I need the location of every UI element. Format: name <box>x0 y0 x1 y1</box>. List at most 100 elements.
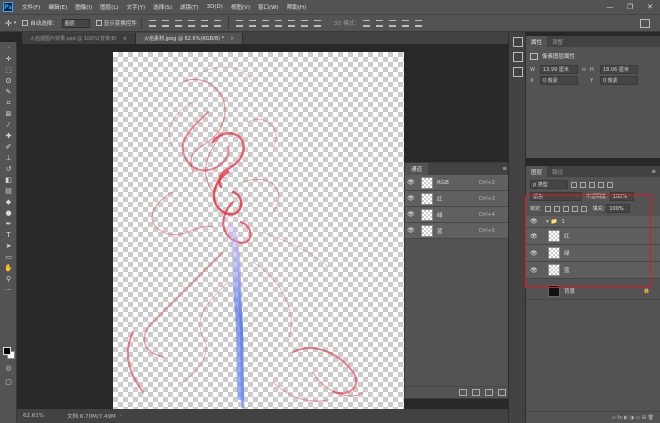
move-tool-icon[interactable]: ✛ <box>2 54 15 64</box>
panel-menu-icon[interactable]: ≡ <box>651 169 656 175</box>
visibility-eye-icon[interactable]: 👁 <box>407 227 417 234</box>
frame-tool-icon[interactable]: ⊠ <box>2 109 15 119</box>
show-transform-checkbox[interactable] <box>95 20 102 26</box>
marquee-tool-icon[interactable]: ⬚ <box>2 65 15 75</box>
panel-menu-icon[interactable]: ≡ <box>502 166 507 172</box>
restore-icon[interactable]: ❐ <box>620 0 640 14</box>
distribute-top-icon[interactable] <box>235 19 243 27</box>
workspace-icon[interactable] <box>640 19 650 28</box>
screen-mode-icon[interactable]: ▢ <box>2 377 15 387</box>
info-panel-icon[interactable] <box>513 52 523 62</box>
type-filter-icon[interactable] <box>589 181 595 188</box>
align-left-icon[interactable] <box>187 19 195 27</box>
link-icon[interactable]: ⊖ <box>578 67 590 73</box>
dodge-tool-icon[interactable]: ● <box>2 208 15 218</box>
align-right-icon[interactable] <box>213 19 221 27</box>
quick-mask-icon[interactable]: ◎ <box>2 363 15 373</box>
menu-layer[interactable]: 图层(L) <box>96 3 122 11</box>
channel-row-red[interactable]: 👁 红 Ctrl+3 <box>405 191 511 207</box>
menu-window[interactable]: 窗口(W) <box>254 3 283 11</box>
crop-tool-icon[interactable]: ⌗ <box>2 98 15 108</box>
tab-close-icon[interactable]: × <box>230 36 234 42</box>
adjustment-filter-icon[interactable] <box>580 181 586 188</box>
eyedropper-tool-icon[interactable]: ⁄ <box>2 120 15 130</box>
3d-scale-icon[interactable] <box>414 19 422 27</box>
distribute-hcenter-icon[interactable] <box>287 19 295 27</box>
close-icon[interactable]: ✕ <box>640 0 660 14</box>
path-select-tool-icon[interactable]: ➤ <box>2 241 15 251</box>
save-selection-icon[interactable] <box>472 389 480 396</box>
align-top-icon[interactable] <box>148 19 156 27</box>
quick-select-tool-icon[interactable]: ✎ <box>2 87 15 97</box>
align-bottom-icon[interactable] <box>174 19 182 27</box>
pixel-filter-icon[interactable] <box>571 181 577 188</box>
more-tools-icon[interactable]: ··· <box>2 285 15 295</box>
brush-settings-icon[interactable] <box>513 67 523 77</box>
visibility-eye-icon[interactable]: 👁 <box>407 179 417 186</box>
menu-file[interactable]: 文件(F) <box>18 3 44 11</box>
brush-tool-icon[interactable]: ✐ <box>2 142 15 152</box>
type-tool-icon[interactable]: T <box>2 230 15 240</box>
auto-select-checkbox[interactable] <box>22 20 29 26</box>
x-field[interactable]: 0 像素 <box>540 76 578 85</box>
zoom-tool-icon[interactable]: ⚲ <box>2 274 15 284</box>
distribute-left-icon[interactable] <box>274 19 282 27</box>
menu-image[interactable]: 图像(I) <box>71 3 96 11</box>
align-vcenter-icon[interactable] <box>161 19 169 27</box>
menu-help[interactable]: 帮助(H) <box>283 3 310 11</box>
gradient-tool-icon[interactable]: ▤ <box>2 186 15 196</box>
tool-preset-chevron-icon[interactable]: ▾ <box>14 20 17 26</box>
move-tool-icon[interactable]: ✛ <box>5 19 12 28</box>
align-hcenter-icon[interactable] <box>200 19 208 27</box>
3d-rotate-icon[interactable] <box>362 19 370 27</box>
history-panel-icon[interactable] <box>513 37 523 47</box>
delete-channel-icon[interactable] <box>498 389 506 396</box>
zoom-level[interactable]: 62.61% <box>23 413 53 419</box>
auto-select-dropdown[interactable]: 图层 <box>61 18 90 28</box>
foreground-color-swatch[interactable] <box>3 347 11 355</box>
document-canvas[interactable] <box>113 52 404 409</box>
distribute-bottom-icon[interactable] <box>261 19 269 27</box>
clone-stamp-tool-icon[interactable]: ⊥ <box>2 153 15 163</box>
3d-pan-icon[interactable] <box>388 19 396 27</box>
menu-edit[interactable]: 编辑(E) <box>44 3 71 11</box>
minimize-icon[interactable]: — <box>600 0 620 14</box>
tab-layers[interactable]: 图层 <box>526 166 548 177</box>
rectangle-tool-icon[interactable]: ▭ <box>2 252 15 262</box>
channel-row-blue[interactable]: 👁 蓝 Ctrl+5 <box>405 223 511 239</box>
3d-slide-icon[interactable] <box>401 19 409 27</box>
status-arrow-icon[interactable]: › <box>120 413 122 419</box>
visibility-eye-icon[interactable]: 👁 <box>407 195 417 202</box>
y-field[interactable]: 0 像素 <box>600 76 638 85</box>
tab-document-1[interactable]: 火焰烟图片效果.psd @ 100%(背景/8) × <box>22 33 136 44</box>
menu-type[interactable]: 文字(Y) <box>123 3 150 11</box>
new-channel-icon[interactable] <box>485 389 493 396</box>
load-selection-icon[interactable] <box>459 389 467 396</box>
menu-3d[interactable]: 3D(D) <box>203 4 227 10</box>
blur-tool-icon[interactable]: ◆ <box>2 197 15 207</box>
menu-filter[interactable]: 滤镜(T) <box>176 3 203 11</box>
layers-footer-icons[interactable]: ∞ fx ◐ ◑ ▭ ⊞ 🗑 <box>612 415 654 421</box>
healing-brush-tool-icon[interactable]: ✚ <box>2 131 15 141</box>
tab-document-2[interactable]: 火焰素材.jpeg @ 62.6%(RGB/8) * × <box>136 33 244 44</box>
channel-row-green[interactable]: 👁 绿 Ctrl+4 <box>405 207 511 223</box>
height-field[interactable]: 18.06 厘米 <box>600 65 638 74</box>
pen-tool-icon[interactable]: ✒ <box>2 219 15 229</box>
width-field[interactable]: 13.99 厘米 <box>540 65 578 74</box>
menu-select[interactable]: 选择(S) <box>149 3 176 11</box>
eraser-tool-icon[interactable]: ◧ <box>2 175 15 185</box>
3d-roll-icon[interactable] <box>375 19 383 27</box>
history-brush-tool-icon[interactable]: ↺ <box>2 164 15 174</box>
tab-channels[interactable]: 通道 <box>405 163 429 175</box>
tab-paths[interactable]: 路径 <box>547 166 568 177</box>
smart-object-filter-icon[interactable] <box>607 181 613 188</box>
visibility-eye-icon[interactable]: 👁 <box>407 211 417 218</box>
menu-view[interactable]: 视图(V) <box>227 3 254 11</box>
kind-filter-dropdown[interactable]: ρ 类型 <box>530 180 568 189</box>
shape-filter-icon[interactable] <box>598 181 604 188</box>
lasso-tool-icon[interactable]: ʘ <box>2 76 15 86</box>
distribute-vcenter-icon[interactable] <box>248 19 256 27</box>
tab-properties[interactable]: 属性 <box>526 36 548 47</box>
tab-close-icon[interactable]: × <box>123 36 127 42</box>
distribute-right-icon[interactable] <box>300 19 308 27</box>
